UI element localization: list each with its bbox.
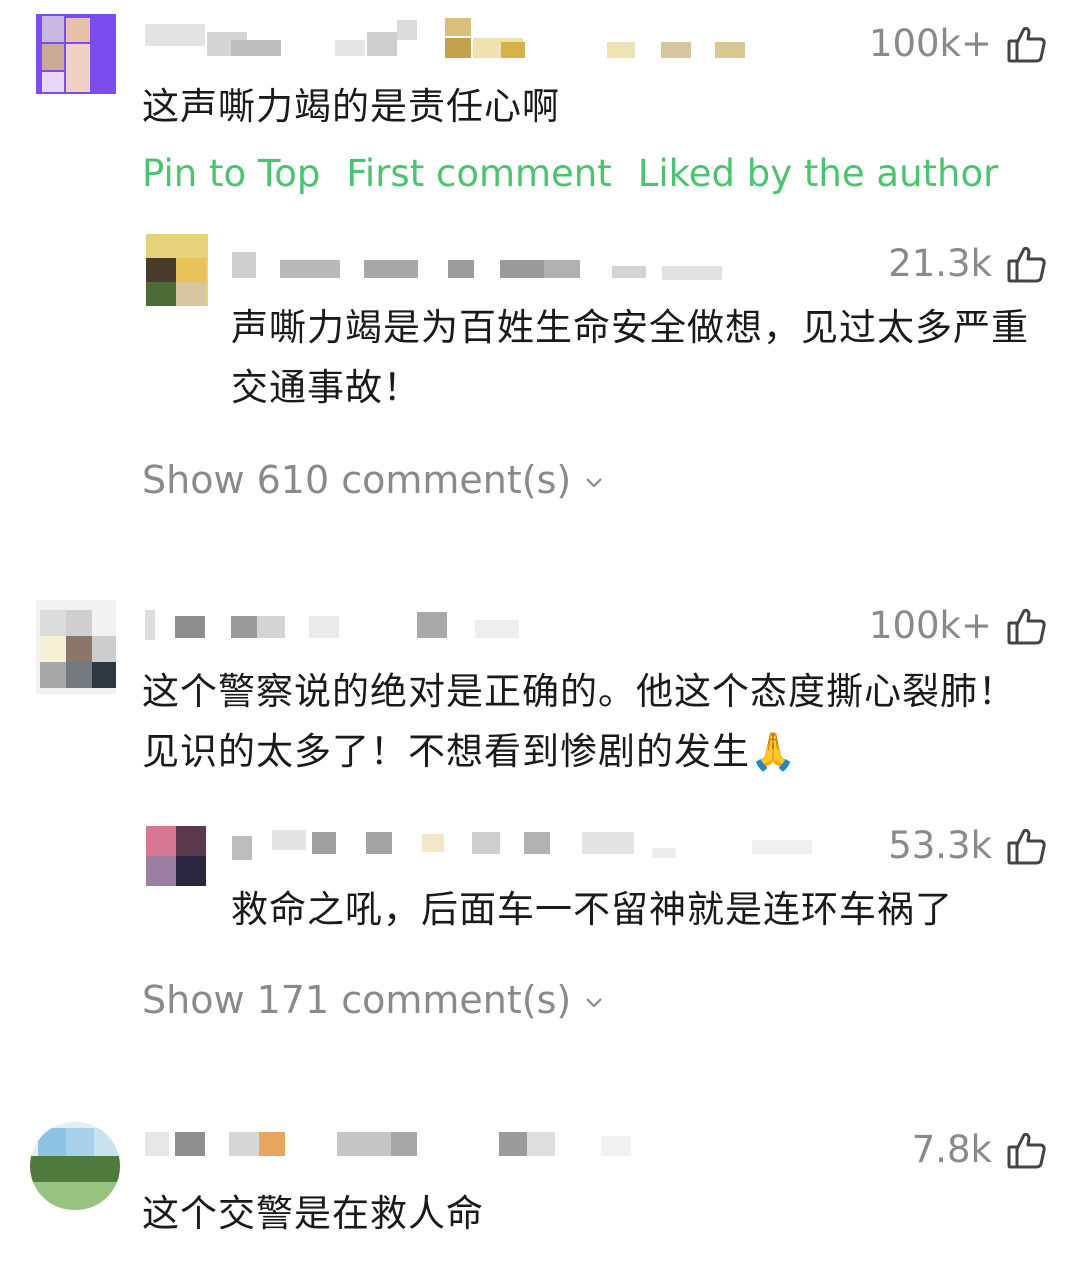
show-more-label: Show 171 comment(s) [142,978,572,1022]
thumbs-up-icon[interactable] [1006,825,1048,867]
like-count: 100k+ [868,604,992,647]
like-control[interactable]: 7.8k [912,1128,1048,1171]
like-control[interactable]: 100k+ [869,604,1048,647]
reply-text: 声嘶力竭是为百姓生命安全做想，见过太多严重交通事故！ [231,306,1029,409]
show-more-replies[interactable]: Show 171 comment(s) [142,978,605,1022]
show-more-replies[interactable]: Show 610 comment(s) [142,458,605,502]
username-blurred[interactable] [145,1126,635,1166]
avatar[interactable] [36,600,116,694]
thumbs-up-icon[interactable] [1006,1129,1048,1171]
comment-text: 这个交警是在救人命 [142,1192,484,1235]
reply-like-count: 53.3k [888,824,992,867]
thumbs-up-icon[interactable] [1006,605,1048,647]
tag-pin-to-top: Pin to Top [142,152,321,195]
reply-avatar[interactable] [146,234,208,306]
thumbs-up-icon[interactable] [1006,23,1048,65]
reply-like-control[interactable]: 53.3k [888,824,1048,867]
reply-username-blurred[interactable] [232,244,722,284]
avatar[interactable] [36,14,116,94]
show-more-label: Show 610 comment(s) [142,458,572,502]
reply-text: 救命之吼，后面车一不留神就是连环车祸了 [231,888,953,931]
reply-avatar[interactable] [146,826,206,886]
chevron-down-icon [586,478,602,488]
reply-username-blurred[interactable] [232,826,832,866]
comment-tags: Pin to Top First comment Liked by the au… [142,152,1024,195]
username-blurred[interactable] [145,606,535,646]
tag-first-comment: First comment [346,152,612,195]
tag-liked-by-author: Liked by the author [637,152,999,195]
thumbs-up-icon[interactable] [1006,243,1048,285]
like-count: 100k+ [868,22,992,65]
like-count: 7.8k [911,1128,992,1171]
reply-like-control[interactable]: 21.3k [888,242,1048,285]
like-control[interactable]: 100k+ [869,22,1048,65]
avatar[interactable] [30,1122,120,1210]
comment-text: 这声嘶力竭的是责任心啊 [142,85,560,128]
comment-text: 这个警察说的绝对是正确的。他这个态度撕心裂肺！见识的太多了！不想看到惨剧的发生🙏 [142,670,1016,773]
chevron-down-icon [586,998,602,1008]
reply-like-count: 21.3k [888,242,992,285]
username-blurred[interactable] [145,18,755,58]
